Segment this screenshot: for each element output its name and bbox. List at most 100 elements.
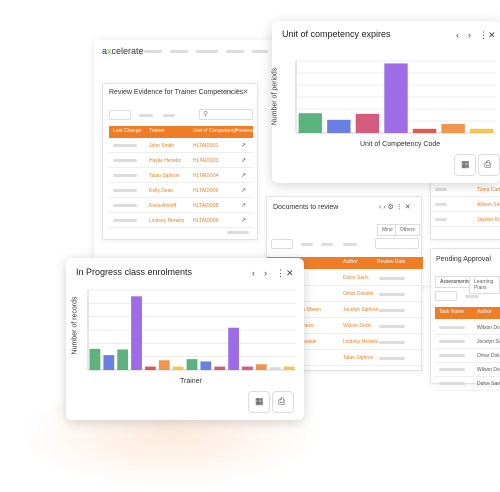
chart-bar[interactable] <box>186 359 198 370</box>
print-button[interactable]: ⎙ <box>478 154 500 176</box>
chart-bar[interactable] <box>283 366 295 370</box>
column-header[interactable]: Last Change <box>113 128 141 134</box>
table-row[interactable]: Lindsey Herwitz HLTAID009 ↗ <box>109 214 253 228</box>
external-link-icon[interactable]: ↗ <box>241 172 246 179</box>
author-cell[interactable]: Wilson Dorin <box>343 323 371 329</box>
table-row[interactable]: Tiana Carter <box>431 183 500 197</box>
table-row[interactable]: Dulce Saris <box>435 377 500 391</box>
filter-select[interactable] <box>435 291 457 301</box>
chart-bar[interactable] <box>131 296 142 370</box>
nav-placeholder[interactable] <box>196 50 218 53</box>
external-link-icon[interactable]: ↗ <box>241 202 246 209</box>
table-row[interactable]: Kelly Dean HLTAID006 ↗ <box>109 184 253 198</box>
chart-bar[interactable] <box>470 128 494 133</box>
external-link-icon[interactable]: ↗ <box>241 142 246 149</box>
chart-bar[interactable] <box>255 364 267 370</box>
author-cell[interactable]: Talan Siphron <box>343 355 374 361</box>
chevron-left-icon[interactable]: ‹ <box>252 268 255 278</box>
pager-placeholder[interactable] <box>227 231 249 234</box>
unit-cell[interactable]: HLTAID001 <box>193 143 218 149</box>
chart-bar[interactable] <box>103 355 115 370</box>
chart-bar[interactable] <box>298 113 322 133</box>
chart-bar[interactable] <box>412 128 437 133</box>
table-row[interactable]: Omar Dokidis <box>435 349 500 363</box>
chart-bar[interactable] <box>158 360 170 370</box>
filter-select[interactable] <box>109 110 131 120</box>
chevron-left-icon[interactable]: ‹ <box>456 30 459 40</box>
author-cell[interactable]: Omar Dokidis <box>477 353 500 359</box>
external-link-icon[interactable]: ↗ <box>241 157 246 164</box>
trainer-cell[interactable]: Keira Amorff <box>149 203 176 209</box>
trainer-cell[interactable]: Talan Siphron <box>149 173 180 179</box>
table-view-button[interactable]: ▦ <box>248 391 270 413</box>
table-row[interactable]: Talan Siphron HLTAID004 ↗ <box>109 169 253 183</box>
table-row[interactable]: Jaydon Rosser <box>431 213 500 227</box>
chart-bar[interactable] <box>200 361 212 370</box>
nav-placeholder[interactable] <box>226 50 244 53</box>
chart-bar[interactable] <box>269 367 281 370</box>
author-cell[interactable]: Jocelyn Siphron <box>343 307 379 313</box>
trainer-cell[interactable]: Lindsey Herwitz <box>149 218 184 224</box>
unit-cell[interactable]: HLTAID008 <box>193 203 218 209</box>
chart-bar[interactable] <box>384 63 408 133</box>
chevron-right-icon[interactable]: › <box>468 30 471 40</box>
nav-placeholder[interactable] <box>144 50 162 53</box>
author-cell[interactable]: Dulce Saris <box>343 275 369 281</box>
filter-select[interactable] <box>271 239 293 249</box>
column-header[interactable]: Task Name <box>439 309 464 315</box>
chart-bar[interactable] <box>144 366 156 370</box>
chart-bar[interactable] <box>327 119 351 133</box>
table-row[interactable]: John Smith HLTAID001 ↗ <box>109 139 253 153</box>
trainer-cell[interactable]: John Smith <box>149 143 174 149</box>
nav-placeholder[interactable] <box>252 50 268 53</box>
nav-placeholder[interactable] <box>170 50 188 53</box>
table-row[interactable]: Jocelyn Siphron <box>435 335 500 349</box>
more-vertical-icon[interactable]: ⋮ <box>276 268 285 278</box>
author-cell[interactable]: Wilson Dorin <box>477 367 500 373</box>
unit-cell[interactable]: HLTAID003 <box>193 158 218 164</box>
author-cell[interactable]: Wilson Dorin <box>477 325 500 331</box>
chart-bar[interactable] <box>89 348 101 370</box>
external-link-icon[interactable]: ↗ <box>241 187 246 194</box>
name-cell[interactable]: Tiana Carter <box>477 187 500 193</box>
external-link-icon[interactable]: ↗ <box>241 217 246 224</box>
chart-bar[interactable] <box>355 113 380 133</box>
column-header[interactable]: Author <box>477 309 492 315</box>
chart-bar[interactable] <box>172 366 184 370</box>
name-cell[interactable]: Allison Stanton <box>477 202 500 208</box>
author-cell[interactable]: Omar Dokidis <box>343 291 373 297</box>
author-cell[interactable]: Dulce Saris <box>477 381 500 387</box>
chart-bar[interactable] <box>228 327 240 370</box>
chevron-right-icon[interactable]: › <box>264 268 267 278</box>
chart-bar[interactable] <box>242 366 253 370</box>
close-icon[interactable]: ✕ <box>286 268 294 278</box>
column-header[interactable]: Author <box>343 259 358 265</box>
unit-cell[interactable]: HLTAID004 <box>193 173 218 179</box>
table-row[interactable]: Keira Amorff HLTAID008 ↗ <box>109 199 253 213</box>
trainer-cell[interactable]: Haylie Herwitz <box>149 158 181 164</box>
close-icon[interactable]: ✕ <box>488 30 496 40</box>
table-row[interactable]: Wilson Dorin <box>435 363 500 377</box>
search-input[interactable] <box>375 238 419 249</box>
panel-controls[interactable]: ‹ › ⋮ ✕ <box>225 88 248 96</box>
tab-others[interactable]: Others <box>395 224 421 236</box>
author-cell[interactable]: Lindsey Herwitz <box>343 339 378 345</box>
table-view-button[interactable]: ▦ <box>454 154 476 176</box>
search-input[interactable]: ⚲ <box>199 109 253 120</box>
print-button[interactable]: ⎙ <box>272 391 294 413</box>
table-row[interactable]: Wilson Dorin <box>435 321 500 335</box>
chart-bar[interactable] <box>117 349 129 370</box>
table-row[interactable]: Allison Stanton <box>431 198 500 212</box>
tab-learning-plans[interactable]: Learning Plans <box>469 276 500 294</box>
name-cell[interactable]: Jaydon Rosser <box>477 217 500 223</box>
column-header[interactable]: Unit of Competency <box>193 128 237 134</box>
column-header[interactable]: Trainer <box>149 128 165 134</box>
chart-bar[interactable] <box>214 366 226 370</box>
author-cell[interactable]: Jocelyn Siphron <box>477 339 500 345</box>
chart-bar[interactable] <box>441 124 465 133</box>
column-header[interactable]: Review Date <box>377 259 405 265</box>
more-vertical-icon[interactable]: ⋮ <box>479 30 488 40</box>
unit-cell[interactable]: HLTAID009 <box>193 218 218 224</box>
column-header[interactable]: Preview <box>235 128 253 134</box>
table-row[interactable]: Haylie Herwitz HLTAID003 ↗ <box>109 154 253 168</box>
